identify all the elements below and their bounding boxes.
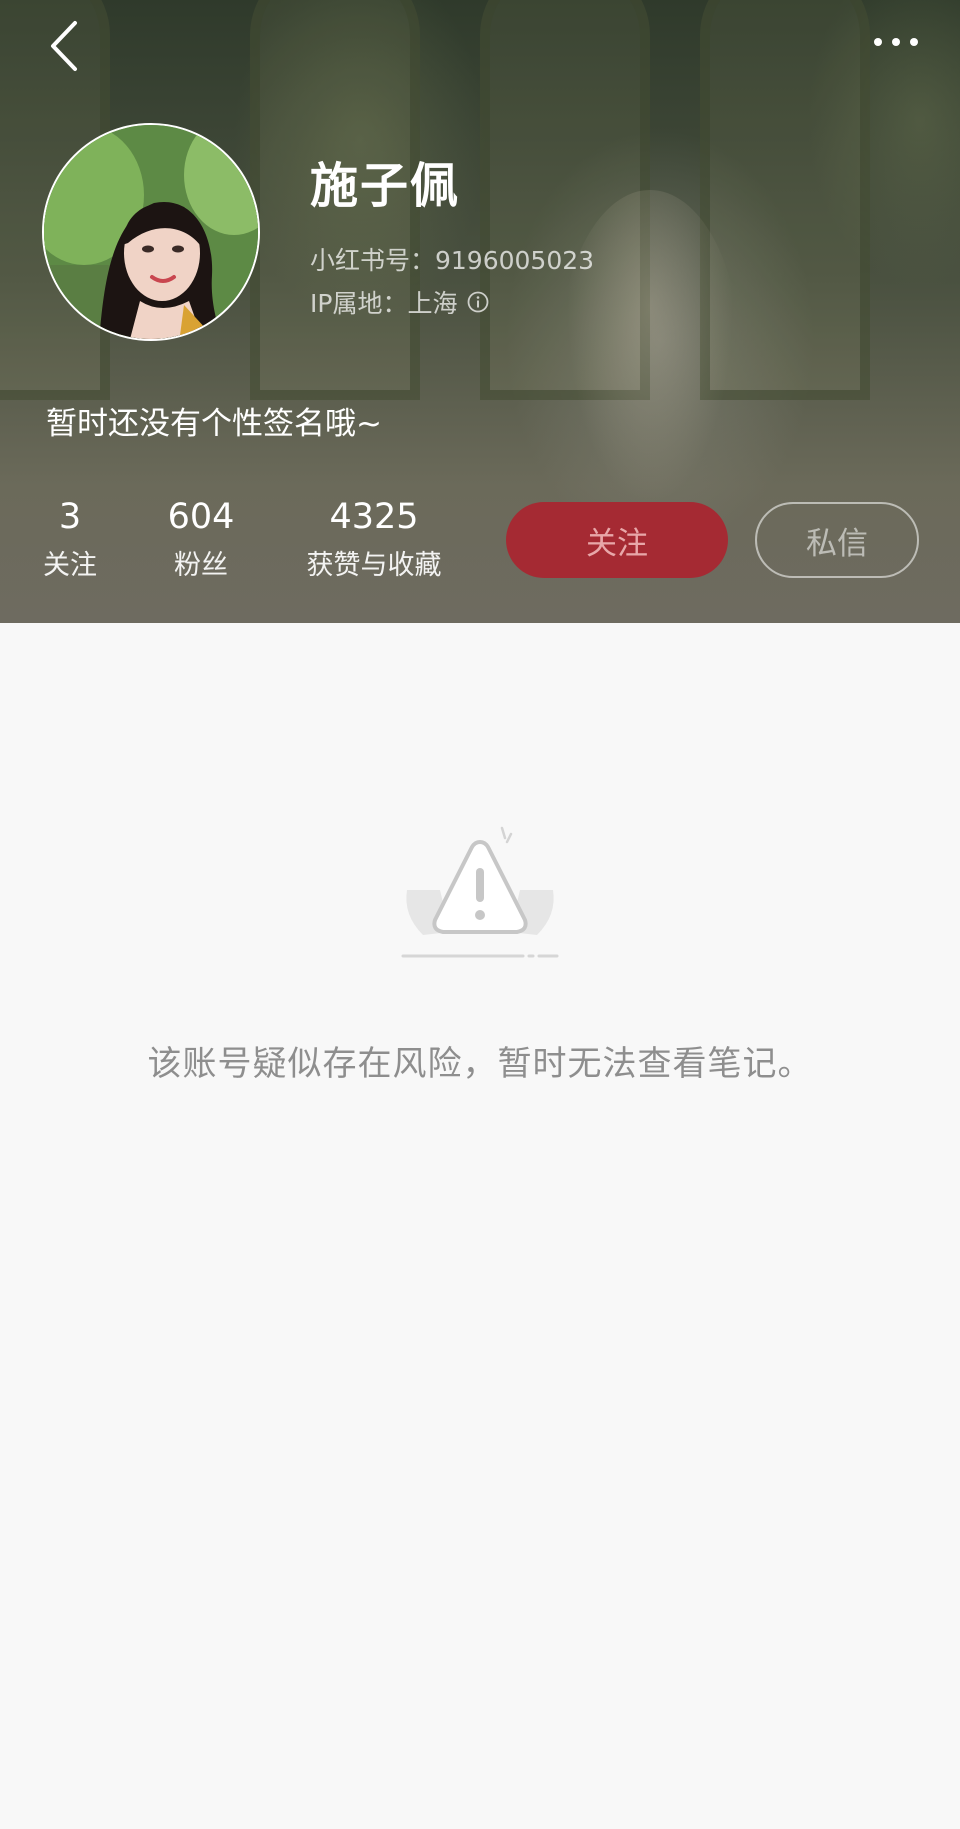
stat-following[interactable]: 3 关注 bbox=[40, 496, 100, 582]
stat-following-count: 3 bbox=[58, 497, 82, 537]
stat-following-label: 关注 bbox=[43, 550, 97, 581]
stat-likes-count: 4325 bbox=[329, 497, 419, 537]
back-button[interactable] bbox=[36, 18, 92, 74]
warning-triangle-icon bbox=[401, 826, 559, 958]
info-icon[interactable] bbox=[467, 291, 489, 313]
chevron-left-icon bbox=[51, 21, 77, 71]
profile-name: 施子佩 bbox=[310, 158, 461, 214]
more-horizontal-icon bbox=[874, 38, 882, 46]
background-figure bbox=[560, 190, 740, 520]
stat-followers-count: 604 bbox=[167, 497, 235, 537]
stat-likes-collects[interactable]: 4325 获赞与收藏 bbox=[294, 496, 454, 582]
ip-location: IP属地：上海 bbox=[310, 284, 489, 320]
stat-followers[interactable]: 604 粉丝 bbox=[160, 496, 242, 582]
more-dot bbox=[910, 38, 918, 46]
stat-followers-label: 粉丝 bbox=[174, 550, 228, 581]
follow-button[interactable]: 关注 bbox=[506, 502, 728, 578]
ip-location-text: IP属地：上海 bbox=[310, 289, 458, 318]
avatar[interactable] bbox=[42, 123, 260, 341]
more-options-button[interactable] bbox=[860, 22, 932, 62]
profile-bio: 暂时还没有个性签名哦~ bbox=[46, 406, 382, 442]
profile-header: 施子佩 小红书号：9196005023 IP属地：上海 暂时还没有个性签名哦~ … bbox=[0, 0, 960, 623]
empty-state-message: 该账号疑似存在风险，暂时无法查看笔记。 bbox=[147, 1044, 813, 1084]
profile-id[interactable]: 小红书号：9196005023 bbox=[310, 241, 594, 277]
more-dot bbox=[892, 38, 900, 46]
stat-likes-label: 获赞与收藏 bbox=[306, 550, 442, 581]
avatar-portrait bbox=[44, 125, 258, 339]
message-button[interactable]: 私信 bbox=[755, 502, 919, 578]
warning-illustration bbox=[395, 820, 565, 970]
